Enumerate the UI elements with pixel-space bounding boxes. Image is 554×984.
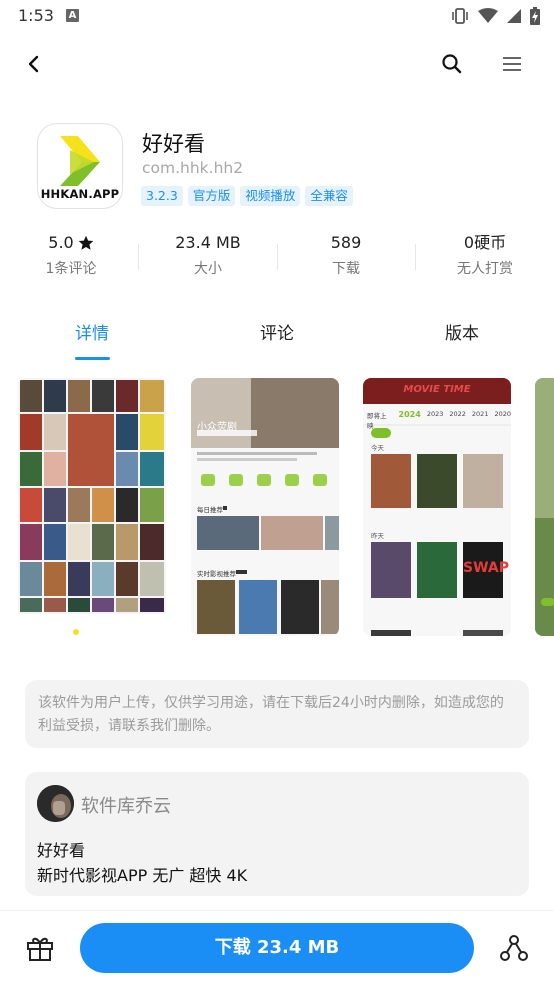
stats-row: 5.0 1条评论 23.4 MB 大小 589 下载 0硬币 无人打赏 xyxy=(0,232,554,284)
rating-label: 1条评论 xyxy=(45,261,97,277)
bottom-divider xyxy=(0,910,554,911)
tag-compat: 全兼容 xyxy=(305,186,353,206)
poster-collage-image xyxy=(18,378,166,636)
coins-label: 无人打赏 xyxy=(457,261,513,277)
search-button[interactable] xyxy=(438,50,466,78)
shot3-banner: MOVIE TIME xyxy=(403,384,471,395)
shot3-yesterday-label: 昨天 xyxy=(371,532,384,540)
screenshot-4[interactable] xyxy=(535,378,554,636)
shot3-poster-text: SWAP xyxy=(463,560,509,576)
battery-icon xyxy=(530,7,540,25)
shot3-tab: 2021 xyxy=(471,410,489,418)
size-label: 大小 xyxy=(194,261,222,277)
vibrate-icon xyxy=(452,8,468,24)
tag-version: 3.2.3 xyxy=(141,186,183,206)
status-icons xyxy=(450,6,540,26)
status-time: 1:53 xyxy=(18,6,54,25)
shot2-live-label: 实时影视推荐 xyxy=(197,568,236,578)
shot3-tab: 2024 xyxy=(398,410,421,419)
search-icon xyxy=(442,54,462,74)
app-logo-icon xyxy=(60,136,100,186)
tab-details[interactable]: 详情 xyxy=(42,319,142,344)
star-icon xyxy=(78,235,94,250)
menu-button[interactable] xyxy=(498,50,526,78)
menu-icon xyxy=(503,57,521,71)
tab-bar: 详情 评论 版本 xyxy=(0,316,554,366)
rating-value: 5.0 xyxy=(48,233,74,252)
shot2-daily-label: 每日推荐 xyxy=(197,504,223,514)
stat-downloads: 589 下载 xyxy=(277,232,415,278)
shot3-tab: 2023 xyxy=(426,410,444,418)
shot3-today-label: 今天 xyxy=(371,444,384,452)
back-button[interactable] xyxy=(20,50,48,78)
stat-rating[interactable]: 5.0 1条评论 xyxy=(2,232,140,278)
wifi-icon xyxy=(478,8,498,23)
landscape-image xyxy=(535,378,554,636)
back-arrow-icon xyxy=(28,55,39,73)
screenshot-2[interactable]: 小众荧剧 每日推荐 实时影视推荐 xyxy=(191,378,339,636)
status-bar: 1:53 A xyxy=(0,0,554,32)
gift-icon xyxy=(27,937,53,961)
downloads-label: 下载 xyxy=(332,261,360,277)
stat-size: 23.4 MB 大小 xyxy=(139,232,277,278)
notification-icon: A xyxy=(66,9,79,22)
tab-indicator xyxy=(75,357,110,360)
toolbar xyxy=(0,38,554,90)
reward-button[interactable] xyxy=(24,932,56,964)
screenshot-3[interactable]: MOVIE TIME 即将上映 2024 2023 2022 2021 2020… xyxy=(363,378,511,636)
size-value: 23.4 MB xyxy=(175,233,241,252)
share-icon xyxy=(500,935,528,961)
shot2-title: 小众荧剧 xyxy=(197,422,237,433)
app-logo-text: HHKAN.APP xyxy=(40,187,120,201)
shot3-tab: 2022 xyxy=(449,410,466,418)
author-name[interactable]: 软件库乔云 xyxy=(81,792,171,818)
avatar-image xyxy=(37,785,74,822)
screenshot-carousel[interactable]: 小众荧剧 每日推荐 实时影视推荐 MOVIE TIME 即将上映 2024 20… xyxy=(0,378,554,638)
app-package: com.hhk.hh2 xyxy=(142,159,244,177)
downloads-value: 589 xyxy=(330,233,362,252)
download-button[interactable]: 下载 23.4 MB xyxy=(80,923,474,973)
tag-official: 官方版 xyxy=(187,186,236,206)
shot3-tab: 即将上映 xyxy=(367,412,387,430)
shot3-tab: 2020 xyxy=(494,410,511,418)
stat-coins[interactable]: 0硬币 无人打赏 xyxy=(416,232,554,278)
screenshot-1[interactable] xyxy=(18,378,166,636)
shot3-tabs: 即将上映 2024 2023 2022 2021 2020 xyxy=(367,410,511,430)
author-avatar[interactable] xyxy=(37,785,74,822)
author-card: 软件库乔云 好好看 新时代影视APP 无广 超快 4K xyxy=(25,772,529,896)
tag-category: 视频播放 xyxy=(240,186,301,206)
app-name: 好好看 xyxy=(142,132,205,156)
coins-value: 0硬币 xyxy=(463,233,507,252)
description-line: 好好看 xyxy=(37,841,86,860)
signal-icon xyxy=(507,9,521,23)
share-button[interactable] xyxy=(498,932,530,964)
app-tags: 3.2.3 官方版 视频播放 全兼容 xyxy=(141,186,353,206)
disclaimer-notice: 该软件为用户上传，仅供学习用途，请在下载后24小时内删除，如造成您的利益受损，请… xyxy=(25,680,529,748)
tab-versions[interactable]: 版本 xyxy=(412,319,512,344)
tab-comments[interactable]: 评论 xyxy=(227,319,327,344)
description-line: 新时代影视APP 无广 超快 4K xyxy=(37,866,248,885)
app-icon: HHKAN.APP xyxy=(37,123,123,209)
